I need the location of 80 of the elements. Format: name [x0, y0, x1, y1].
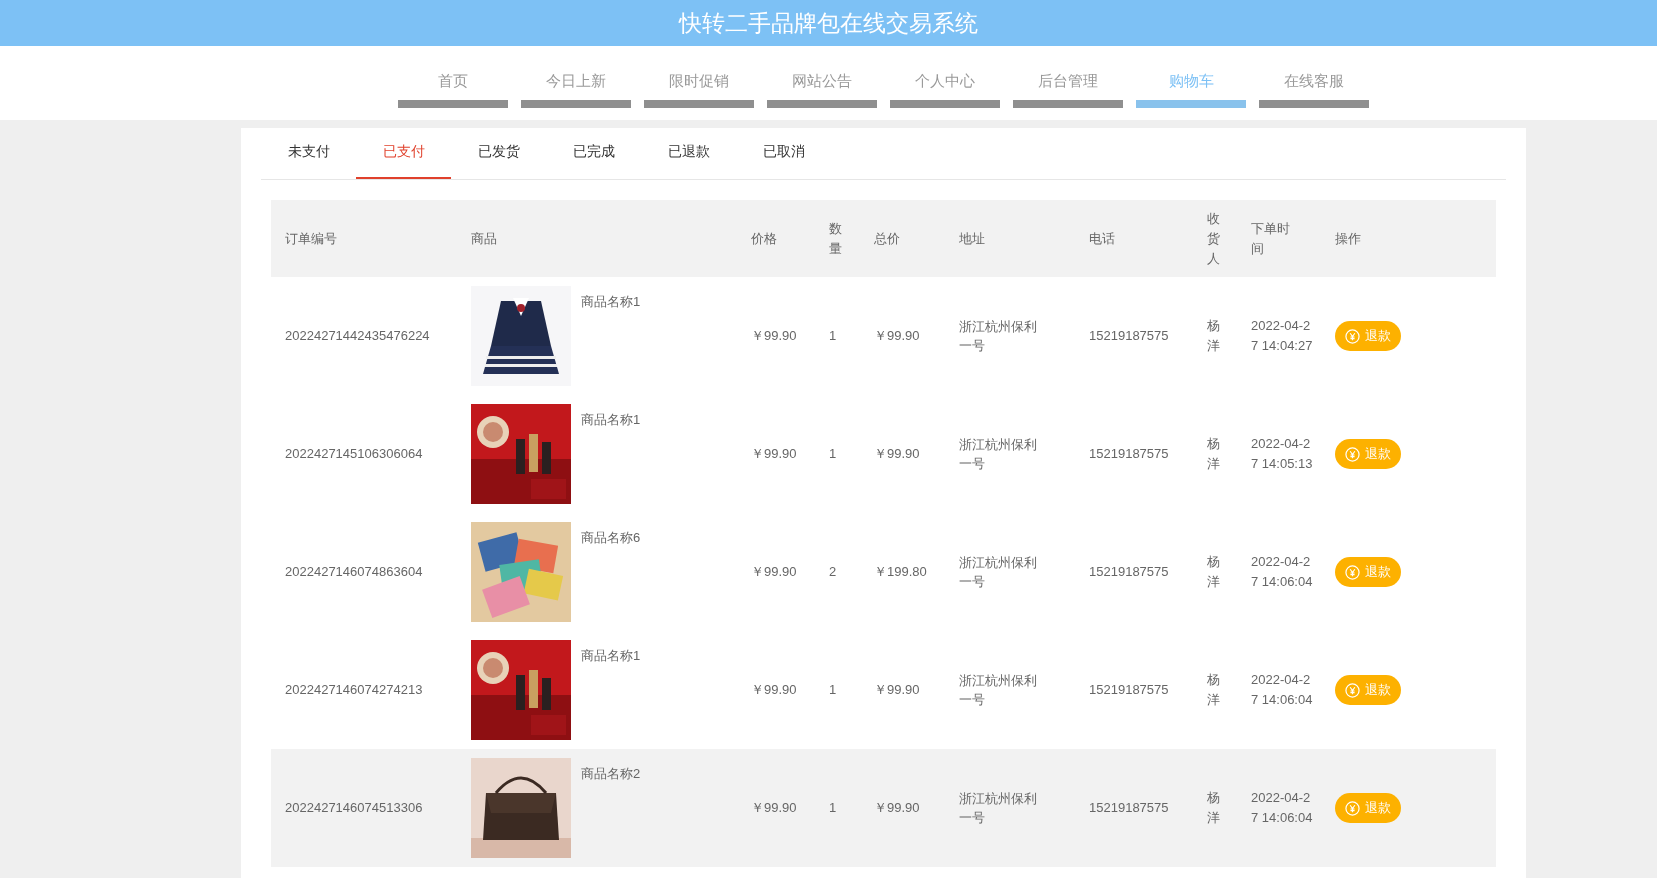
column-header: 价格 — [751, 230, 777, 246]
phone: 15219187575 — [1088, 681, 1170, 700]
product-name: 商品名称2 — [581, 765, 641, 783]
order-tab[interactable]: 已完成 — [546, 141, 641, 179]
price: ￥99.90 — [750, 681, 798, 700]
receiver: 杨洋 — [1207, 435, 1221, 473]
column-header: 总价 — [874, 230, 900, 246]
nav-tab[interactable]: 今日上新 — [521, 70, 631, 108]
order-tab[interactable]: 已取消 — [736, 141, 831, 179]
order-number: 20224271442435476224 — [284, 327, 431, 346]
order-tab[interactable]: 已支付 — [356, 141, 451, 179]
column-header: 订单编号 — [285, 230, 337, 246]
refund-button[interactable]: 退款 — [1335, 675, 1401, 705]
total-price: ￥99.90 — [873, 799, 921, 818]
product-name: 商品名称1 — [581, 293, 641, 311]
total-price: ￥99.90 — [873, 445, 921, 464]
refund-button[interactable]: 退款 — [1335, 793, 1401, 823]
yen-icon — [1345, 682, 1360, 698]
quantity: 1 — [828, 445, 838, 464]
column-header: 数量 — [829, 219, 843, 258]
order-time: 2022-04-27 14:05:13 — [1251, 435, 1313, 473]
product-name: 商品名称1 — [581, 647, 641, 665]
nav-tab[interactable]: 后台管理 — [1013, 70, 1123, 108]
phone: 15219187575 — [1088, 327, 1170, 346]
price: ￥99.90 — [750, 799, 798, 818]
quantity: 2 — [828, 563, 838, 582]
price: ￥99.90 — [750, 445, 798, 464]
nav-tab[interactable]: 限时促销 — [644, 70, 754, 108]
total-price: ￥99.90 — [873, 681, 921, 700]
column-header: 商品 — [471, 230, 497, 246]
order-tab[interactable]: 已发货 — [451, 141, 546, 179]
address: 浙江杭州保利一号 — [958, 553, 1038, 591]
address: 浙江杭州保利一号 — [958, 789, 1038, 827]
address: 浙江杭州保利一号 — [958, 317, 1038, 355]
total-price: ￥199.80 — [873, 563, 928, 582]
address: 浙江杭州保利一号 — [958, 435, 1038, 473]
address: 浙江杭州保利一号 — [958, 671, 1038, 709]
phone: 15219187575 — [1088, 563, 1170, 582]
refund-button[interactable]: 退款 — [1335, 321, 1401, 351]
column-header: 地址 — [959, 230, 985, 246]
nav-tab[interactable]: 购物车 — [1136, 70, 1246, 108]
yen-icon — [1345, 800, 1360, 816]
receiver: 杨洋 — [1207, 317, 1221, 355]
phone: 15219187575 — [1088, 799, 1170, 818]
order-time: 2022-04-27 14:04:27 — [1251, 317, 1313, 355]
yen-icon — [1345, 564, 1360, 580]
nav-tab[interactable]: 网站公告 — [767, 70, 877, 108]
phone: 15219187575 — [1088, 445, 1170, 464]
order-number: 2022427145106306064 — [284, 445, 424, 464]
order-tab[interactable]: 未支付 — [261, 141, 356, 179]
nav-tab[interactable]: 在线客服 — [1259, 70, 1369, 108]
price: ￥99.90 — [750, 563, 798, 582]
order-time: 2022-04-27 14:06:04 — [1251, 789, 1313, 827]
column-header: 电话 — [1089, 230, 1115, 246]
nav-tab[interactable]: 个人中心 — [890, 70, 1000, 108]
nav-tab[interactable]: 首页 — [398, 70, 508, 108]
price: ￥99.90 — [750, 327, 798, 346]
order-number: 2022427146074513306 — [284, 799, 424, 818]
order-time: 2022-04-27 14:06:04 — [1251, 671, 1313, 709]
column-header: 收货人 — [1207, 209, 1221, 268]
quantity: 1 — [828, 799, 838, 818]
order-time: 2022-04-27 14:06:04 — [1251, 553, 1313, 591]
quantity: 1 — [828, 327, 838, 346]
receiver: 杨洋 — [1207, 789, 1221, 827]
order-number: 2022427146074863604 — [284, 563, 424, 582]
order-tab[interactable]: 已退款 — [641, 141, 736, 179]
receiver: 杨洋 — [1207, 671, 1221, 709]
refund-button[interactable]: 退款 — [1335, 557, 1401, 587]
yen-icon — [1345, 328, 1360, 344]
column-header: 操作 — [1335, 230, 1361, 246]
order-number: 2022427146074274213 — [284, 681, 424, 700]
refund-button[interactable]: 退款 — [1335, 439, 1401, 469]
product-name: 商品名称1 — [581, 411, 641, 429]
column-header: 下单时间 — [1251, 219, 1291, 258]
total-price: ￥99.90 — [873, 327, 921, 346]
quantity: 1 — [828, 681, 838, 700]
site-title: 快转二手品牌包在线交易系统 — [679, 8, 978, 38]
product-name: 商品名称6 — [581, 529, 641, 547]
yen-icon — [1345, 446, 1360, 462]
receiver: 杨洋 — [1207, 553, 1221, 591]
